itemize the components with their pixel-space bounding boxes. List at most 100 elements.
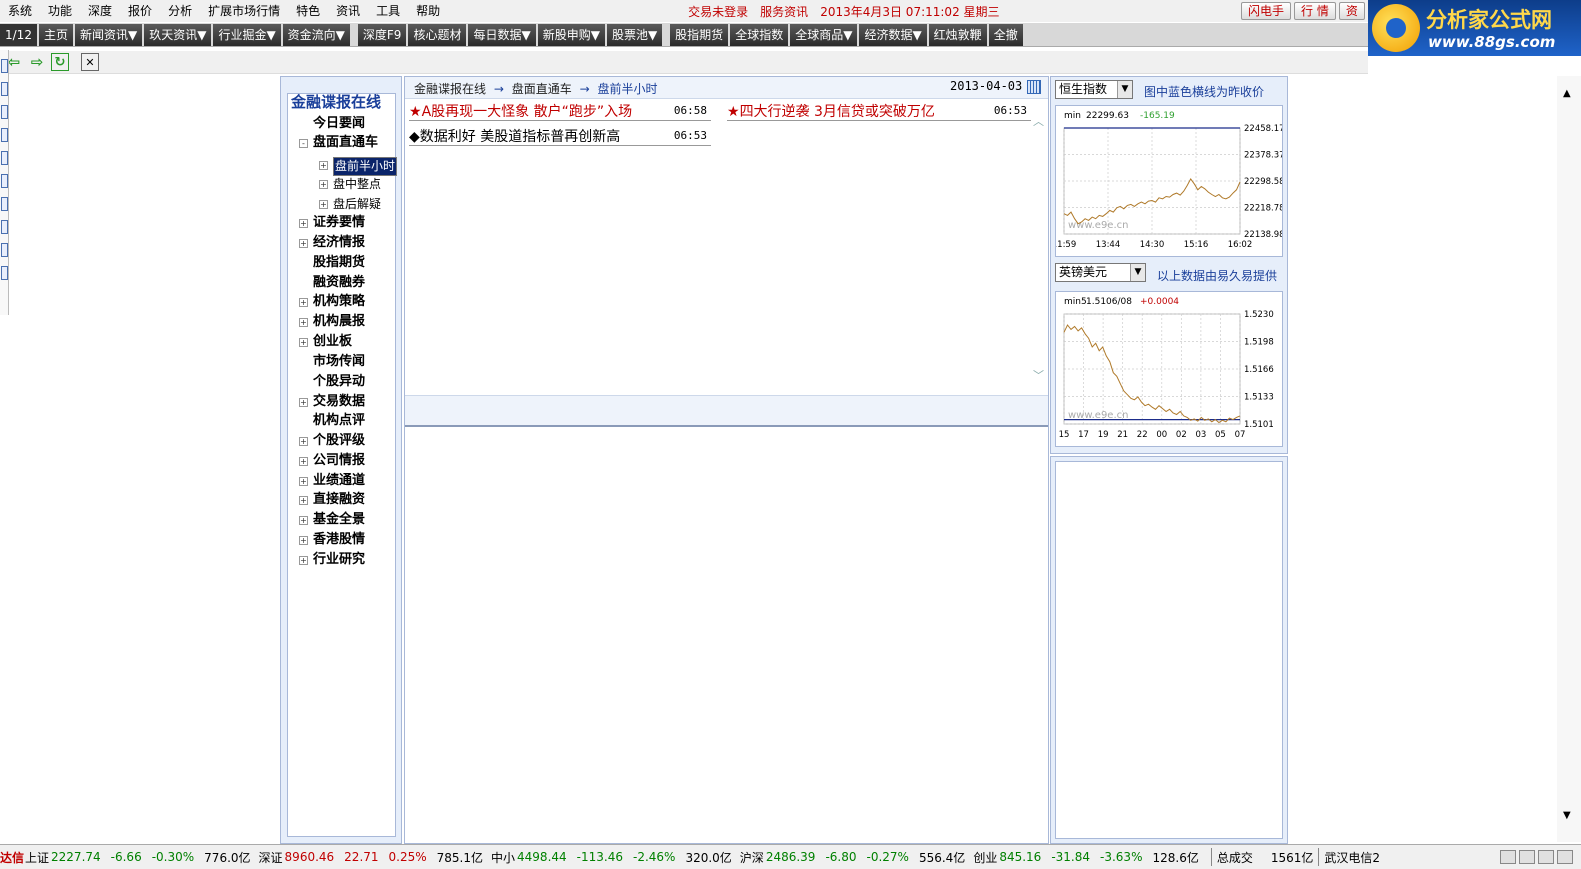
scroll-down-icon[interactable]: ▼: [1563, 810, 1571, 821]
tree-item[interactable]: 股指期货: [313, 255, 365, 271]
menu-item[interactable]: 资讯: [328, 0, 368, 22]
side-tool-icon[interactable]: [1, 220, 8, 234]
scroll-up-icon[interactable]: ▲: [1563, 88, 1571, 99]
side-tool-icon[interactable]: [1, 105, 8, 119]
news-title[interactable]: 数据利好 美股道指标普再创新高: [420, 129, 620, 145]
tree-item[interactable]: 经济情报: [313, 235, 365, 251]
index-name[interactable]: 深证: [258, 849, 284, 866]
index-name[interactable]: 沪深: [739, 849, 765, 866]
tree-toggle-icon[interactable]: +: [299, 477, 308, 486]
tree-item[interactable]: 机构策略: [313, 294, 365, 310]
tree-toggle-icon[interactable]: +: [319, 200, 328, 209]
tree-toggle-icon[interactable]: +: [299, 516, 308, 525]
news-item[interactable]: ★A股再现一大怪象 散户“跑步”入场 06:58: [409, 101, 711, 121]
nav-item[interactable]: 股指期货: [670, 23, 729, 46]
news-title[interactable]: 四大行逆袭 3月信贷或突破万亿: [740, 104, 935, 120]
menu-item[interactable]: 深度: [80, 0, 120, 22]
nav-item[interactable]: 红烛敦鞭: [928, 23, 987, 46]
menu-item[interactable]: 特色: [288, 0, 328, 22]
nav-item[interactable]: 资金流向▼: [282, 23, 350, 46]
side-tool-icon[interactable]: [1, 266, 8, 280]
scroll-down-icon[interactable]: ﹀: [1033, 367, 1044, 383]
nav-item[interactable]: 深度F9: [357, 23, 407, 46]
tree-toggle-icon[interactable]: +: [319, 161, 328, 170]
nav-item[interactable]: 全撤: [988, 23, 1023, 46]
nav-item[interactable]: 行业掘金▼: [213, 23, 281, 46]
tree-toggle-icon[interactable]: +: [319, 180, 328, 189]
tree-item[interactable]: 盘中整点: [333, 176, 381, 192]
tree-item[interactable]: 创业板: [313, 334, 352, 350]
nav-item[interactable]: 每日数据▼: [468, 23, 536, 46]
tree-toggle-icon[interactable]: +: [299, 536, 308, 545]
menu-item[interactable]: 分析: [160, 0, 200, 22]
menu-item[interactable]: 报价: [120, 0, 160, 22]
top-button[interactable]: 资: [1338, 2, 1365, 20]
tree-item[interactable]: 盘面直通车: [313, 135, 378, 151]
nav-item[interactable]: 玖天资讯▼: [144, 23, 212, 46]
tree-item[interactable]: 证券要情: [313, 215, 365, 231]
tree-item[interactable]: 业绩通道: [313, 473, 365, 489]
nav-item[interactable]: 新闻资讯▼: [74, 23, 143, 46]
layout-icon[interactable]: [1500, 850, 1516, 864]
nav-item[interactable]: 主页: [38, 23, 73, 46]
nav-item[interactable]: 经济数据▼: [859, 23, 927, 46]
side-tool-icon[interactable]: [1, 128, 8, 142]
alert-icon[interactable]: [1557, 850, 1573, 864]
close-icon[interactable]: ✕: [81, 53, 99, 71]
news-title[interactable]: A股再现一大怪象 散户“跑步”入场: [422, 104, 633, 120]
news-item[interactable]: ◆数据利好 美股道指标普再创新高 06:53: [409, 126, 711, 146]
forward-arrow-icon[interactable]: ⇨: [28, 53, 46, 71]
side-tool-icon[interactable]: [1, 151, 8, 165]
top-button[interactable]: 行 情: [1294, 2, 1336, 20]
index-name[interactable]: 上证: [24, 849, 50, 866]
tree-item[interactable]: 基金全景: [313, 512, 365, 528]
nav-item[interactable]: 股票池▼: [606, 23, 663, 46]
window-scrollbar[interactable]: ▲ ▼: [1557, 76, 1581, 842]
tree-toggle-icon[interactable]: +: [299, 556, 308, 565]
tree-item[interactable]: 机构点评: [313, 413, 365, 429]
tree-toggle-icon[interactable]: +: [299, 398, 308, 407]
tree-item[interactable]: 个股评级: [313, 433, 365, 449]
tree-toggle-icon[interactable]: -: [299, 139, 308, 148]
tree-toggle-icon[interactable]: +: [299, 219, 308, 228]
service-info-link[interactable]: 服务资讯: [760, 3, 808, 20]
tree-item[interactable]: 机构晨报: [313, 314, 365, 330]
scroll-up-icon[interactable]: ︿: [1033, 113, 1044, 129]
nav-item[interactable]: 全球商品▼: [790, 23, 858, 46]
side-tool-icon[interactable]: [1, 243, 8, 257]
refresh-icon[interactable]: ↻: [51, 53, 69, 71]
volume-icon[interactable]: [1538, 850, 1554, 864]
tree-toggle-icon[interactable]: +: [299, 437, 308, 446]
tree-toggle-icon[interactable]: +: [299, 239, 308, 248]
tree-toggle-icon[interactable]: +: [299, 496, 308, 505]
menu-item[interactable]: 工具: [368, 0, 408, 22]
tree-item[interactable]: 香港股情: [313, 532, 365, 548]
breadcrumb-root[interactable]: 金融谍报在线: [414, 82, 486, 96]
tree-toggle-icon[interactable]: +: [299, 298, 308, 307]
news-item[interactable]: ★四大行逆袭 3月信贷或突破万亿 06:53: [727, 101, 1031, 121]
breadcrumb-section[interactable]: 盘面直通车: [512, 82, 572, 96]
menu-item[interactable]: 系统: [0, 0, 40, 22]
server-name[interactable]: 武汉电信2: [1324, 849, 1380, 866]
tree-item[interactable]: 市场传闻: [313, 354, 365, 370]
index-name[interactable]: 中小: [490, 849, 516, 866]
tree-item[interactable]: 盘后解疑: [333, 196, 381, 212]
tree-item[interactable]: 直接融资: [313, 492, 365, 508]
tree-item[interactable]: 个股异动: [313, 374, 365, 390]
calendar-icon[interactable]: [1027, 80, 1041, 94]
tree-toggle-icon[interactable]: +: [299, 338, 308, 347]
layout-icon[interactable]: [1519, 850, 1535, 864]
tree-item[interactable]: 公司情报: [313, 453, 365, 469]
tree-toggle-icon[interactable]: +: [299, 457, 308, 466]
menu-item[interactable]: 功能: [40, 0, 80, 22]
side-tool-icon[interactable]: [1, 59, 8, 73]
index-name[interactable]: 创业: [972, 849, 998, 866]
top-button[interactable]: 闪电手: [1241, 2, 1292, 20]
trade-status[interactable]: 交易未登录: [688, 3, 748, 20]
side-tool-icon[interactable]: [1, 197, 8, 211]
tree-item[interactable]: 融资融券: [313, 275, 365, 291]
menu-item[interactable]: 扩展市场行情: [200, 0, 288, 22]
tree-item[interactable]: 行业研究: [313, 552, 365, 568]
nav-item[interactable]: 核心题材: [408, 23, 467, 46]
tree-item[interactable]: 今日要闻: [313, 116, 365, 132]
